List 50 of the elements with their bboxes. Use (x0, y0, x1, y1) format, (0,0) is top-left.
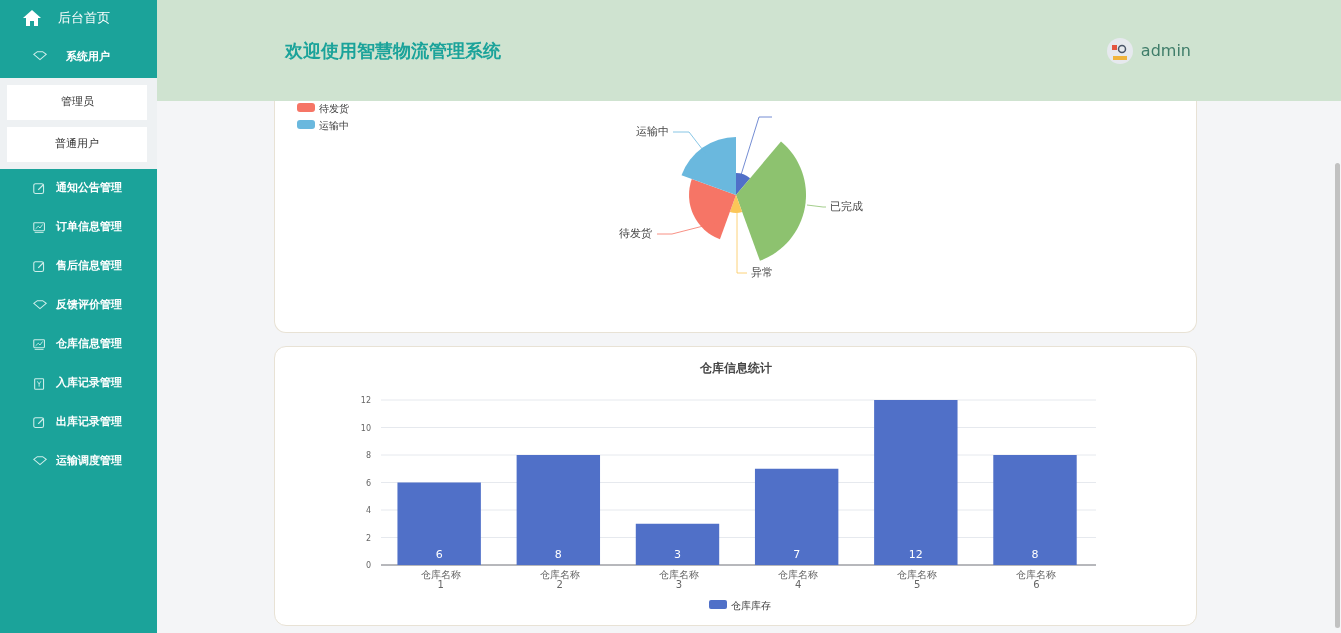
menu-item[interactable]: 系统用户 (0, 36, 157, 78)
slice-label: 待发货 (619, 227, 652, 239)
category-label: 仓库名称 2 (539, 569, 580, 590)
scrollbar[interactable] (1335, 163, 1340, 628)
home-icon[interactable] (22, 9, 42, 27)
username[interactable]: admin (1140, 38, 1191, 63)
category-label: 仓库名称 3 (658, 569, 699, 590)
axis-tick-label: 8 (365, 451, 371, 460)
axis-tick-label: 4 (365, 506, 371, 515)
legend-item[interactable]: 仓库库存 (709, 600, 771, 611)
home-link[interactable]: 后台首页 (58, 8, 110, 28)
axis-tick-label: 10 (360, 423, 371, 433)
menu-item[interactable]: 入库记录管理 (0, 364, 157, 403)
submenu-item[interactable]: 管理员 (7, 85, 147, 120)
legend-label: 仓库库存 (731, 600, 771, 611)
axis-tick-label: 6 (365, 478, 371, 488)
menu-item[interactable]: 订单信息管理 (0, 208, 157, 247)
legend-item[interactable]: 待发货 (297, 103, 349, 114)
slice-label: 异常 (751, 266, 773, 278)
bar-value-label: 8 (554, 548, 562, 561)
menu-item[interactable]: 仓库信息管理 (0, 325, 157, 364)
category-label: 仓库名称 6 (1016, 569, 1057, 590)
bar-value-label: 7 (793, 548, 801, 561)
menu-item[interactable]: 售后信息管理 (0, 247, 157, 286)
page-title: 欢迎使用智慧物流管理系统 (285, 39, 501, 63)
leader-line (740, 116, 773, 176)
category-label: 仓库名称 5 (897, 569, 938, 590)
bar-value-label: 3 (674, 548, 681, 561)
chart-title: 仓库信息统计 (700, 361, 772, 375)
chart-icon (32, 219, 48, 236)
menu-item[interactable]: 运输调度管理 (0, 442, 157, 481)
menu-item[interactable]: 通知公告管理 (0, 169, 157, 208)
axis-tick-label: 2 (365, 533, 371, 543)
legend-item[interactable]: 运输中 (297, 120, 349, 131)
menu-item[interactable]: 出库记录管理 (0, 403, 157, 442)
menu-item[interactable]: 反馈评价管理 (0, 286, 157, 325)
submenu-item[interactable]: 普通用户 (7, 127, 147, 162)
axis-tick-label: 0 (365, 561, 371, 570)
category-label: 仓库名称 4 (778, 569, 819, 590)
slice-label: 运输中 (636, 125, 669, 137)
bar-value-label: 8 (1031, 548, 1039, 561)
slice-label: 已完成 (830, 200, 863, 212)
chart-icon (32, 336, 48, 353)
category-label: 仓库名称 1 (420, 569, 461, 590)
leader-line (806, 204, 827, 208)
bar-value-label: 6 (435, 548, 443, 561)
bar-value-label: 12 (908, 548, 923, 561)
leader-line (736, 210, 748, 274)
axis-tick-label: 12 (360, 396, 371, 405)
avatar-icon[interactable] (1106, 37, 1133, 64)
